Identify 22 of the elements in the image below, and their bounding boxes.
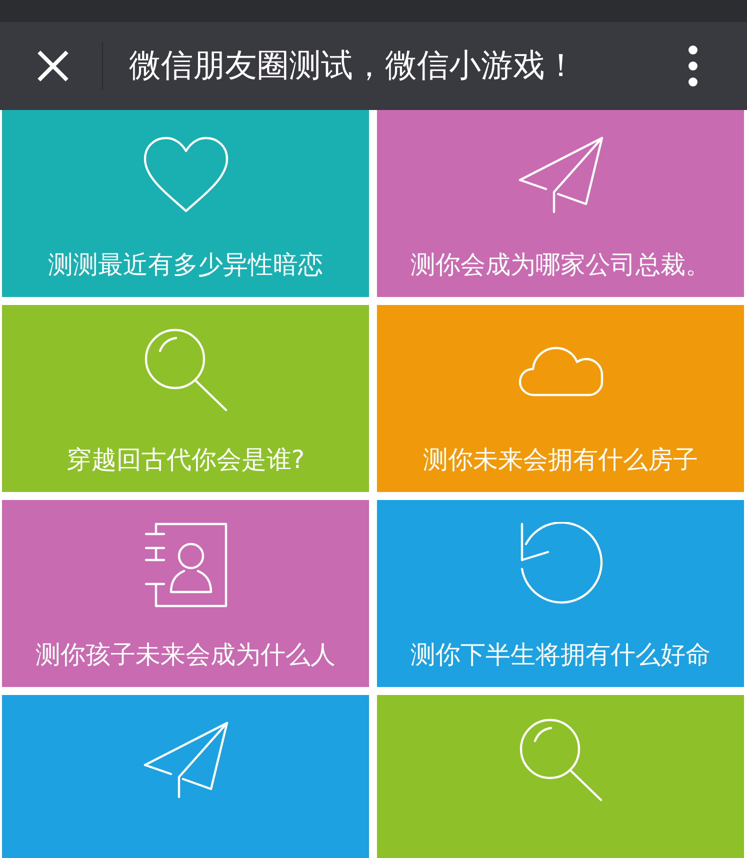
quiz-title: 穿越回古代你会是谁?: [66, 444, 305, 476]
quiz-title: 测你会成为哪家公司总裁。: [410, 249, 710, 281]
quiz-tile[interactable]: 测测最近有多少异性暗恋: [2, 110, 369, 297]
quiz-title: 测测最近有多少异性暗恋: [48, 249, 323, 281]
contact-card-icon: [144, 522, 228, 608]
search-icon: [518, 717, 604, 803]
quiz-tile[interactable]: 测你会成为哪家公司总裁。: [377, 110, 744, 297]
quiz-tile[interactable]: 测你未来会拥有什么房子: [377, 305, 744, 492]
quiz-title: 测你孩子未来会成为什么人: [36, 639, 336, 671]
quiz-title: 测你下半生将拥有什么好命: [410, 639, 710, 671]
quiz-tile[interactable]: [2, 695, 369, 858]
quiz-tile[interactable]: [377, 695, 744, 858]
paper-plane-icon: [518, 136, 604, 214]
quiz-tile[interactable]: 穿越回古代你会是谁?: [2, 305, 369, 492]
close-button[interactable]: [36, 49, 70, 83]
paper-plane-icon: [142, 721, 228, 799]
quiz-tile[interactable]: 测你孩子未来会成为什么人: [2, 500, 369, 687]
quiz-tile[interactable]: 测你下半生将拥有什么好命: [377, 500, 744, 687]
search-icon: [142, 327, 228, 413]
quiz-title: 测你未来会拥有什么房子: [423, 444, 698, 476]
menu-button[interactable]: [688, 45, 698, 87]
page-title: 微信朋友圈测试，微信小游戏！: [129, 45, 578, 86]
